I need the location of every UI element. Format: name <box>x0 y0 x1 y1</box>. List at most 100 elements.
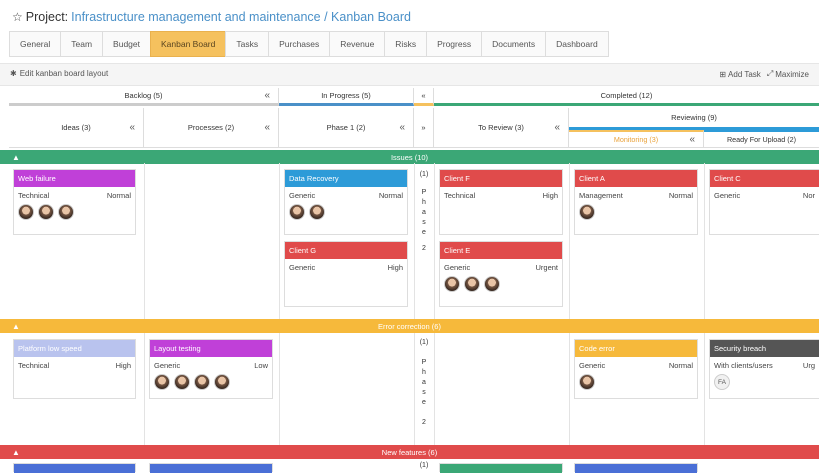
tab-progress[interactable]: Progress <box>426 31 482 57</box>
collapse-in-progress-icon: « <box>421 91 426 100</box>
lane-toggle-icon[interactable]: ▲ <box>12 153 20 162</box>
column-divider <box>279 163 280 319</box>
lane-toggle-icon[interactable]: ▲ <box>12 448 20 457</box>
avatar[interactable] <box>289 204 305 220</box>
task-card-client-f[interactable]: Client F Technical High <box>439 169 563 235</box>
avatar-initials[interactable]: FA <box>714 374 730 390</box>
task-card-layout-testing[interactable]: Layout testing Generic Low <box>149 339 273 399</box>
card-meta: Technical High <box>440 187 562 200</box>
tab-team[interactable]: Team <box>60 31 103 57</box>
card-type: Technical <box>18 191 50 200</box>
task-card-code-error[interactable]: Code error Generic Normal <box>574 339 698 399</box>
card-priority: Normal <box>378 191 403 200</box>
tab-kanban-board[interactable]: Kanban Board <box>150 31 226 57</box>
lane-new-features[interactable]: ▲ New features (6) <box>0 445 819 459</box>
task-card-web-failure[interactable]: Web failure Technical Normal <box>13 169 136 235</box>
lane-error-title: Error correction (6) <box>378 321 441 331</box>
avatar[interactable] <box>214 374 230 390</box>
card-priority: Low <box>254 361 268 370</box>
card-type: Generic <box>289 191 316 200</box>
card-type: Generic <box>289 263 316 272</box>
task-card-partial[interactable] <box>439 463 563 473</box>
task-card-security-breach[interactable]: Security breach With clients/users Urg FA <box>709 339 819 399</box>
task-card-client-e[interactable]: Client E Generic Urgent <box>439 241 563 307</box>
avatar[interactable] <box>154 374 170 390</box>
maximize-button[interactable]: ⤢ Maximize <box>767 69 809 79</box>
tab-tasks[interactable]: Tasks <box>225 31 269 57</box>
tab-purchases[interactable]: Purchases <box>268 31 330 57</box>
lane-error-correction[interactable]: ▲ Error correction (6) <box>0 319 819 333</box>
card-title: Platform low speed <box>14 340 135 357</box>
card-type: Management <box>579 191 623 200</box>
avatar[interactable] <box>464 276 480 292</box>
edit-layout-button[interactable]: ✱ Edit kanban board layout <box>10 69 108 78</box>
phase-num: (1) <box>419 171 429 178</box>
avatar[interactable] <box>58 204 74 220</box>
lane-issues[interactable]: ▲ Issues (10) <box>0 150 819 164</box>
card-type: Generic <box>444 263 471 272</box>
tab-revenue[interactable]: Revenue <box>329 31 385 57</box>
task-card-partial[interactable] <box>574 463 698 473</box>
task-card-client-a[interactable]: Client A Management Normal <box>574 169 698 235</box>
task-card-data-recovery[interactable]: Data Recovery Generic Normal <box>284 169 408 235</box>
avatar[interactable] <box>484 276 500 292</box>
collapse-monitoring-icon[interactable]: « <box>689 134 695 145</box>
star-icon[interactable]: ☆ <box>12 10 23 24</box>
collapse-in-progress-button[interactable]: « <box>414 88 434 106</box>
card-title: Client F <box>440 170 562 187</box>
avatar[interactable] <box>18 204 34 220</box>
gear-icon: ✱ <box>10 69 17 78</box>
tab-risks[interactable]: Risks <box>384 31 427 57</box>
lane-issues-title: Issues (10) <box>390 152 429 162</box>
breadcrumb[interactable]: Infrastructure management and maintenanc… <box>71 10 411 24</box>
lane-toggle-icon[interactable]: ▲ <box>12 322 20 331</box>
tab-documents[interactable]: Documents <box>481 31 546 57</box>
avatar[interactable] <box>38 204 54 220</box>
collapse-phase1-icon[interactable]: « <box>399 122 405 133</box>
collapse-to-review-icon[interactable]: « <box>554 122 560 133</box>
task-card-client-g[interactable]: Client G Generic High <box>284 241 408 307</box>
tab-dashboard[interactable]: Dashboard <box>545 31 609 57</box>
column-ideas: Ideas (3) « <box>9 108 144 148</box>
phase-spacer <box>414 408 434 418</box>
ideas-title: Ideas (3) <box>61 123 91 132</box>
to-review-title: To Review (3) <box>478 123 524 132</box>
expand-phase2-button[interactable]: » <box>414 108 434 148</box>
phase2-collapsed-label: (1) P h a s e 2 <box>414 338 434 428</box>
collapse-ideas-icon[interactable]: « <box>129 122 135 133</box>
card-priority: Urg <box>802 361 815 370</box>
avatar[interactable] <box>579 204 595 220</box>
task-card-partial[interactable] <box>149 463 273 473</box>
task-card-platform-low-speed[interactable]: Platform low speed Technical High <box>13 339 136 399</box>
avatar[interactable] <box>194 374 210 390</box>
maximize-label: Maximize <box>775 69 809 79</box>
avatar[interactable] <box>579 374 595 390</box>
column-group-completed: Completed (12) <box>434 88 819 106</box>
card-type: Generic <box>714 191 741 200</box>
card-avatars <box>575 200 697 224</box>
column-divider <box>704 333 705 445</box>
collapse-backlog-icon[interactable]: « <box>264 90 270 101</box>
column-divider <box>144 163 145 319</box>
collapse-processes-icon[interactable]: « <box>264 122 270 133</box>
column-divider <box>704 163 705 319</box>
avatar[interactable] <box>444 276 460 292</box>
phase-letter: s <box>422 389 426 396</box>
card-title: Web failure <box>14 170 135 187</box>
tab-budget[interactable]: Budget <box>102 31 150 57</box>
add-task-button[interactable]: ⊞ Add Task <box>719 69 760 79</box>
card-priority: Urgent <box>535 263 558 272</box>
card-title: Code error <box>575 340 697 357</box>
task-card-client-c[interactable]: Client C Generic Nor <box>709 169 819 235</box>
edit-layout-label: Edit kanban board layout <box>19 69 109 78</box>
avatar[interactable] <box>309 204 325 220</box>
add-task-icon: ⊞ <box>719 69 727 79</box>
column-monitoring: Monitoring (3) « <box>569 130 704 148</box>
task-card-partial[interactable] <box>13 463 136 473</box>
phase-letter: a <box>422 209 426 216</box>
avatar[interactable] <box>174 374 190 390</box>
processes-title: Processes (2) <box>187 123 235 132</box>
tab-general[interactable]: General <box>9 31 61 57</box>
monitoring-title: Monitoring (3) <box>613 135 659 144</box>
card-meta: Generic Urgent <box>440 259 562 272</box>
